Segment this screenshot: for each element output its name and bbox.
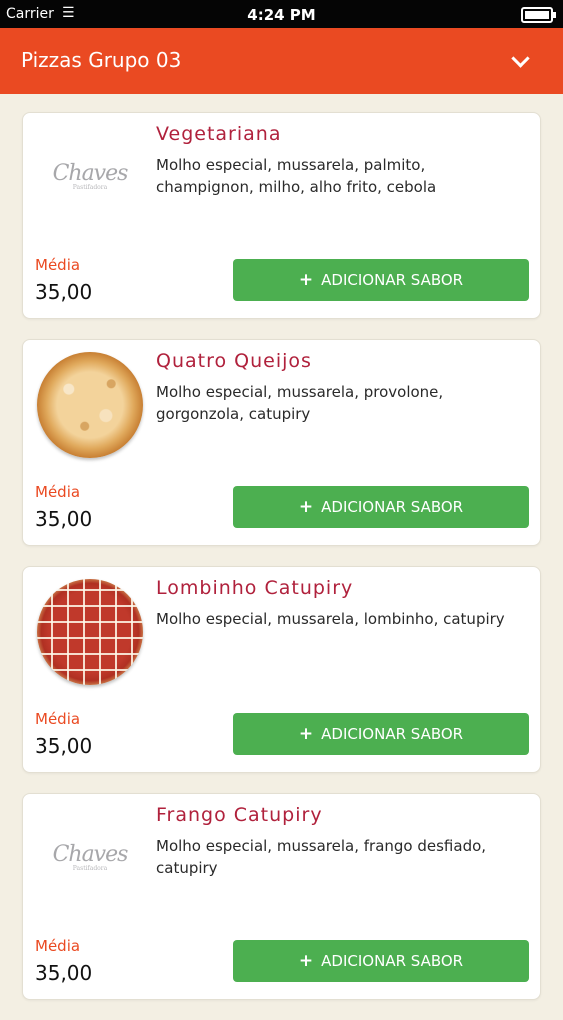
add-flavor-button[interactable]: + ADICIONAR SABOR: [233, 259, 529, 301]
chevron-down-icon[interactable]: [511, 49, 530, 68]
list-item: Chaves Pastifadora Vegetariana Molho esp…: [22, 112, 541, 319]
plus-icon: +: [298, 497, 314, 517]
item-description: Molho especial, mussarela, lombinho, cat…: [156, 610, 505, 628]
add-flavor-label: ADICIONAR SABOR: [321, 952, 464, 970]
price: 35,00: [35, 280, 93, 304]
size-label: Média: [35, 710, 81, 728]
item-description: Molho especial, mussarela, provolone, go…: [156, 383, 444, 423]
item-description: Molho especial, mussarela, palmito, cham…: [156, 156, 437, 196]
size-label: Média: [35, 483, 81, 501]
price: 35,00: [35, 507, 93, 531]
item-name: Frango Catupiry: [156, 804, 323, 826]
item-image: [35, 577, 145, 687]
item-name: Quatro Queijos: [156, 350, 312, 372]
pizza-image: [37, 352, 143, 458]
add-flavor-button[interactable]: + ADICIONAR SABOR: [233, 713, 529, 755]
item-name: Lombinho Catupiry: [156, 577, 354, 599]
add-flavor-label: ADICIONAR SABOR: [321, 725, 464, 743]
price: 35,00: [35, 961, 93, 985]
price: 35,00: [35, 734, 93, 758]
battery-icon: [521, 7, 556, 23]
pizza-list: Chaves Pastifadora Vegetariana Molho esp…: [22, 112, 541, 1020]
size-label: Média: [35, 256, 81, 274]
item-image: [35, 350, 145, 460]
chaves-logo: Chaves Pastifadora: [35, 804, 145, 914]
clock: 4:24 PM: [247, 6, 316, 24]
logo-text: Chaves: [52, 161, 129, 186]
list-item: Chaves Pastifadora Frango Catupiry Molho…: [22, 793, 541, 1000]
size-label: Média: [35, 937, 81, 955]
pizza-image: [37, 579, 143, 685]
logo-text: Chaves: [52, 842, 129, 867]
status-bar: Carrier ☰ 4:24 PM: [0, 0, 563, 28]
plus-icon: +: [298, 951, 314, 971]
chaves-logo: Chaves Pastifadora: [35, 123, 145, 233]
plus-icon: +: [298, 270, 314, 290]
add-flavor-button[interactable]: + ADICIONAR SABOR: [233, 940, 529, 982]
page-title: Pizzas Grupo 03: [21, 48, 182, 72]
item-description: Molho especial, mussarela, frango desfia…: [156, 837, 487, 877]
add-flavor-button[interactable]: + ADICIONAR SABOR: [233, 486, 529, 528]
item-name: Vegetariana: [156, 123, 282, 145]
add-flavor-label: ADICIONAR SABOR: [321, 271, 464, 289]
list-item: Quatro Queijos Molho especial, mussarela…: [22, 339, 541, 546]
add-flavor-label: ADICIONAR SABOR: [321, 498, 464, 516]
header-bar: Pizzas Grupo 03: [0, 28, 563, 94]
list-item: Lombinho Catupiry Molho especial, mussar…: [22, 566, 541, 773]
plus-icon: +: [298, 724, 314, 744]
